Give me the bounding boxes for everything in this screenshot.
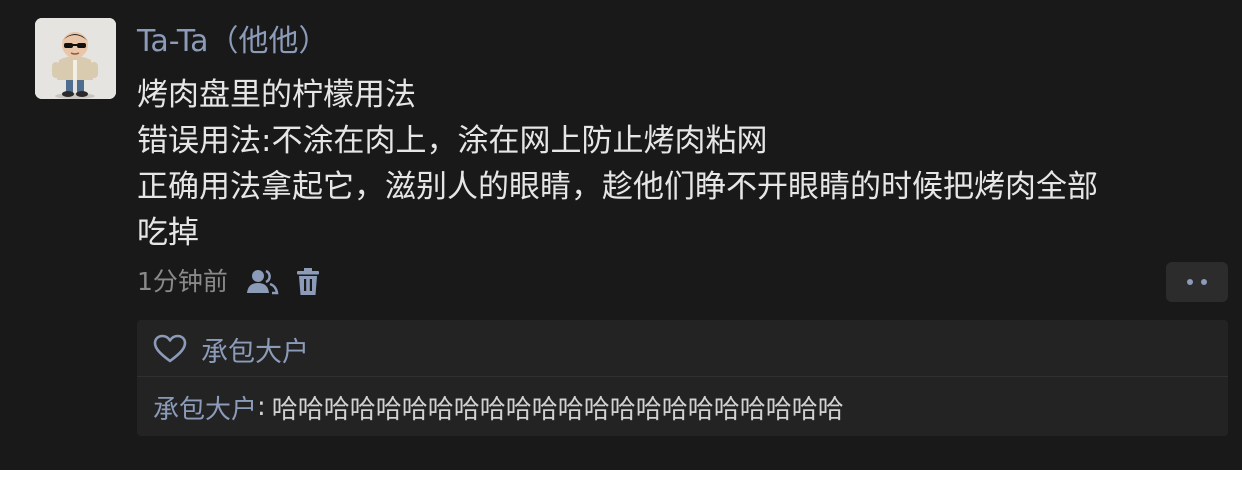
comment-separator: : — [257, 392, 266, 422]
comment-author[interactable]: 承包大户 — [153, 389, 257, 426]
post-line: 吃掉 — [137, 215, 199, 251]
comment-text: 哈哈哈哈哈哈哈哈哈哈哈哈哈哈哈哈哈哈哈哈哈哈 — [271, 394, 844, 425]
post-meta: 1分钟前 — [137, 262, 326, 302]
avatar[interactable] — [35, 18, 116, 99]
comment-item[interactable]: 承包大户 : 哈哈哈哈哈哈哈哈哈哈哈哈哈哈哈哈哈哈哈哈哈哈 — [153, 386, 844, 428]
post-time: 1分钟前 — [137, 267, 228, 296]
like-user-name[interactable]: 承包大户 — [201, 330, 309, 369]
dot — [1201, 279, 1207, 285]
friends-icon[interactable] — [244, 264, 280, 300]
author-name[interactable]: Ta-Ta（他他） — [137, 22, 329, 62]
trash-icon[interactable] — [290, 264, 326, 300]
likes-row: 承包大户 — [153, 328, 309, 370]
divider — [137, 376, 1228, 377]
dot — [1187, 279, 1193, 285]
post-line: 错误用法:不涂在肉上，涂在网上防止烤肉粘网 — [137, 123, 768, 159]
bottom-edge — [0, 470, 1242, 486]
heart-outline-icon — [153, 334, 187, 363]
moment-post: Ta-Ta（他他） 烤肉盘里的柠檬用法 错误用法:不涂在肉上，涂在网上防止烤肉粘… — [0, 0, 1242, 470]
avatar-image — [35, 18, 116, 99]
post-text: 烤肉盘里的柠檬用法 错误用法:不涂在肉上，涂在网上防止烤肉粘网 正确用法拿起它，… — [137, 72, 1227, 256]
more-dots-icon[interactable] — [1166, 262, 1228, 302]
post-line: 正确用法拿起它，滋别人的眼睛，趁他们睁不开眼睛的时候把烤肉全部 — [137, 169, 1098, 205]
post-line: 烤肉盘里的柠檬用法 — [137, 77, 416, 113]
likes-comments-panel: 承包大户 承包大户 : 哈哈哈哈哈哈哈哈哈哈哈哈哈哈哈哈哈哈哈哈哈哈 — [137, 320, 1228, 436]
